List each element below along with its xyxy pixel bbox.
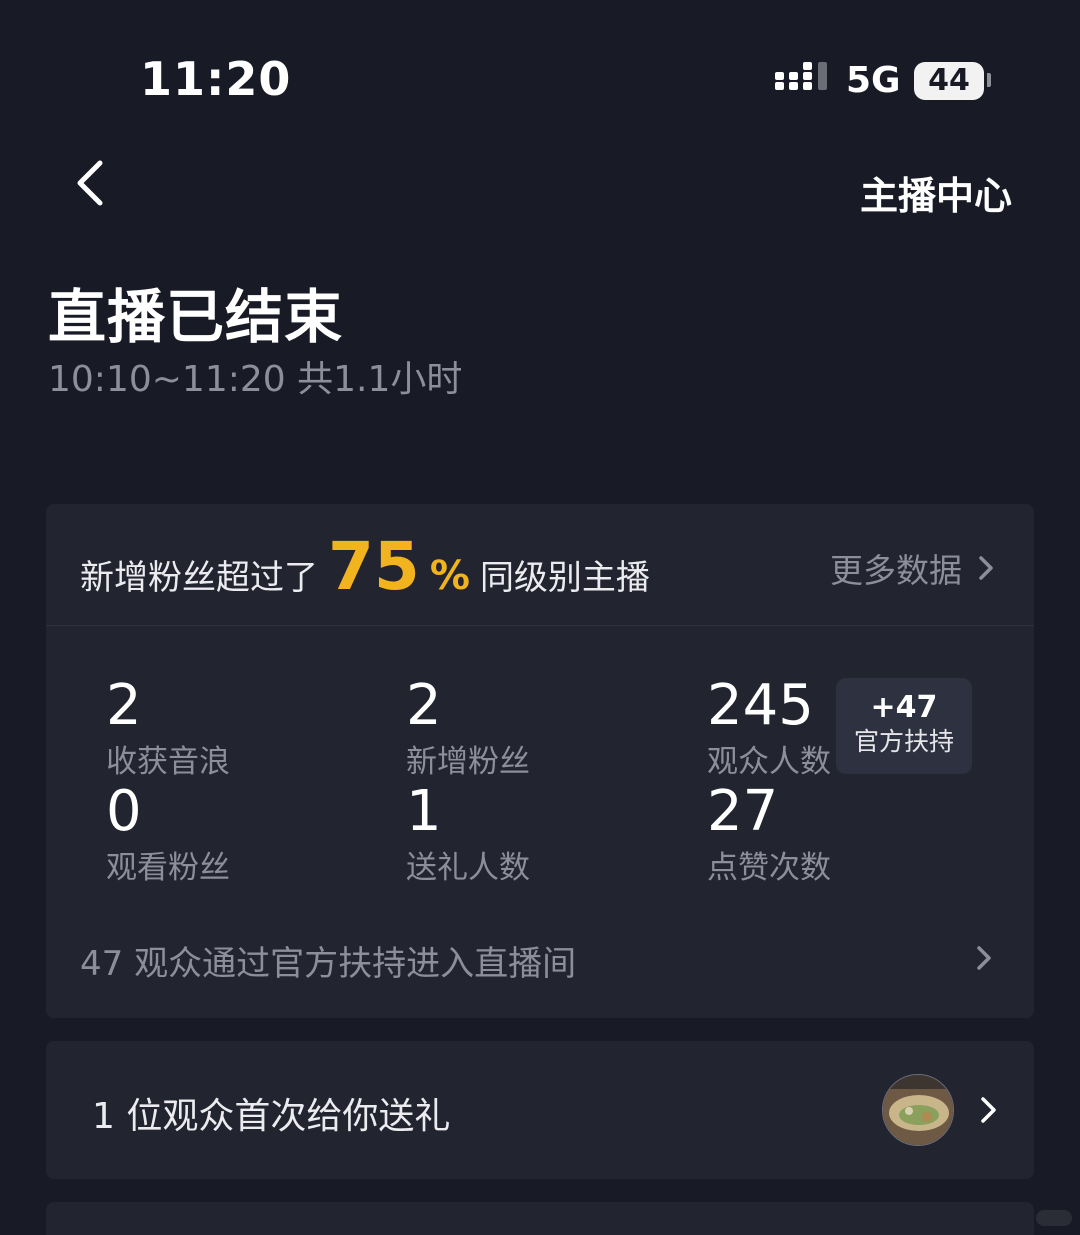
summary-prefix: 新增粉丝超过了 <box>80 558 318 598</box>
support-label: 官方扶持 <box>853 727 954 756</box>
page-title: 直播已结束 <box>48 283 344 351</box>
chevron-right-icon <box>979 556 993 580</box>
stat-value: 2 <box>406 673 442 738</box>
watermark-logo <box>1036 1210 1072 1226</box>
streamer-center-link[interactable]: 主播中心 <box>860 165 1012 220</box>
first-gift-card[interactable]: 1 位观众首次给你送礼 <box>46 1041 1034 1179</box>
stat-fans-watching: 0 观看粉丝 <box>106 782 230 888</box>
stat-label: 观众人数 <box>707 744 831 780</box>
stat-value: 0 <box>106 779 142 844</box>
stat-viewers: 245 观众人数 <box>707 676 831 782</box>
stat-likes: 27 点赞次数 <box>707 782 831 888</box>
support-row-text: 47 观众通过官方扶持进入直播间 <box>80 944 577 984</box>
official-support-badge: +47 官方扶持 <box>836 678 972 774</box>
stat-value: 1 <box>406 779 442 844</box>
official-support-row[interactable]: 47 观众通过官方扶持进入直播间 <box>46 914 1034 1000</box>
more-data-button[interactable]: 更多数据 <box>830 544 994 592</box>
back-button[interactable] <box>70 155 120 211</box>
stat-label: 收获音浪 <box>106 744 230 780</box>
stat-gifters: 1 送礼人数 <box>406 782 530 888</box>
stat-value: 27 <box>707 779 779 844</box>
status-time: 11:20 <box>140 52 292 106</box>
live-summary-screen: 11:20 5G 44 主播中心 直播已结束 10:10~11:20 共1.1小… <box>0 0 1080 1235</box>
stat-label: 送礼人数 <box>406 850 530 886</box>
summary-header: 新增粉丝超过了 75 % 同级别主播 更多数据 <box>46 504 1034 626</box>
chevron-right-icon <box>977 946 991 970</box>
battery-indicator: 44 <box>914 62 984 100</box>
summary-suffix: 同级别主播 <box>479 558 650 598</box>
stat-value: 245 <box>707 673 814 738</box>
summary-percent: 75 <box>328 528 420 605</box>
next-card <box>46 1202 1034 1235</box>
first-gift-text: 1 位观众首次给你送礼 <box>92 1096 451 1137</box>
battery-tip <box>987 73 991 87</box>
signal-icon <box>775 62 827 90</box>
avatar <box>882 1074 954 1146</box>
stat-label: 新增粉丝 <box>406 744 530 780</box>
summary-percent-sign: % <box>429 553 470 599</box>
stat-value: 2 <box>106 673 142 738</box>
stat-label: 观看粉丝 <box>106 850 230 886</box>
network-type: 5G <box>846 60 901 101</box>
summary-text: 新增粉丝超过了 75 % 同级别主播 <box>80 528 650 605</box>
stats-card: 新增粉丝超过了 75 % 同级别主播 更多数据 2 收获音浪 2 新增粉丝 24… <box>46 504 1034 1018</box>
stat-new-fans: 2 新增粉丝 <box>406 676 530 782</box>
chevron-right-icon <box>981 1097 996 1123</box>
more-data-label: 更多数据 <box>830 551 962 590</box>
stat-label: 点赞次数 <box>707 850 831 886</box>
support-count: +47 <box>870 690 938 725</box>
session-duration: 10:10~11:20 共1.1小时 <box>48 359 463 400</box>
stat-sound-wave: 2 收获音浪 <box>106 676 230 782</box>
